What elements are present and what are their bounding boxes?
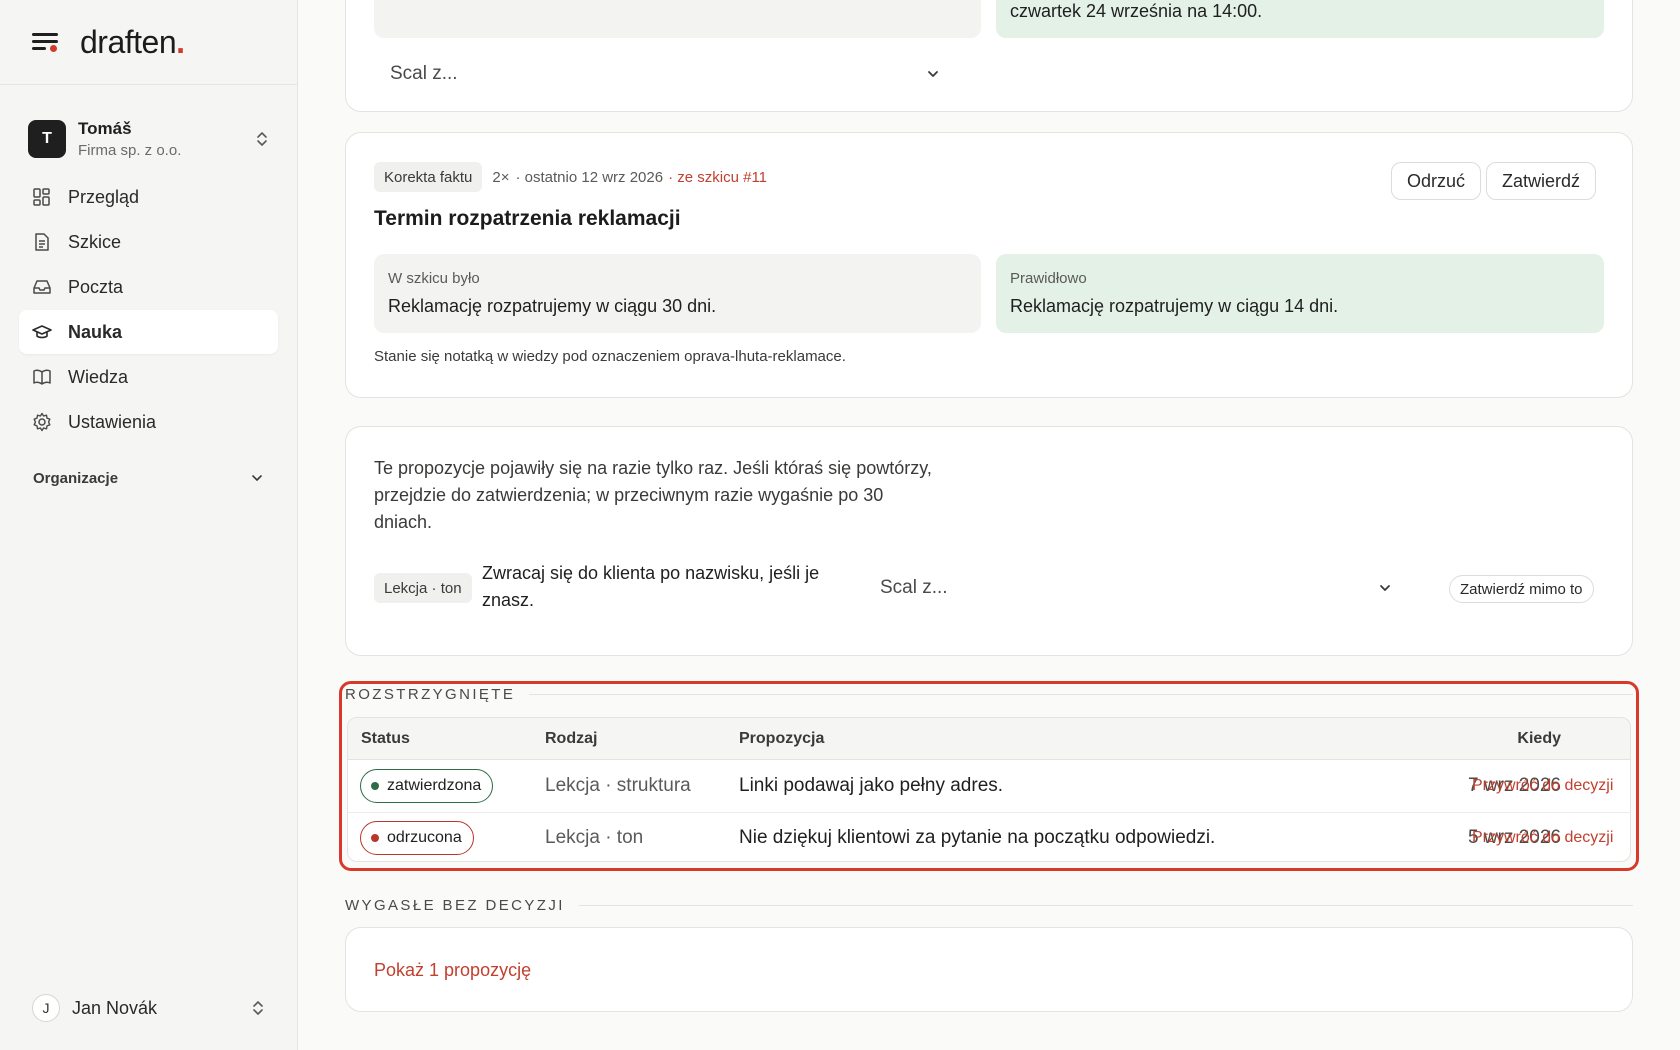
pending-info: Te propozycje pojawiły się na razie tylk… xyxy=(374,458,932,532)
brand-bar: draften. xyxy=(0,0,297,85)
kind-cell: Lekcja · ton xyxy=(545,827,644,848)
pending-proposals-card: Te propozycje pojawiły się na razie tylk… xyxy=(345,426,1633,656)
column-header-kind[interactable]: Rodzaj xyxy=(545,730,597,748)
nav-label: Nauka xyxy=(68,321,123,342)
nav-item-nauka[interactable]: Nauka xyxy=(19,310,278,354)
organization-switcher[interactable]: T Tomáš Firma sp. z o.o. xyxy=(0,115,297,163)
gear-icon xyxy=(32,412,52,432)
app-logo[interactable]: draften. xyxy=(80,24,185,61)
draft-box: W szkicu było Reklamację rozpatrujemy w … xyxy=(374,254,981,333)
merge-select-value: Scal z... xyxy=(880,577,948,598)
sidebar: draften. T Tomáš Firma sp. z o.o. Przegl… xyxy=(0,0,298,1050)
org-company-name: Firma sp. z o.o. xyxy=(78,142,182,159)
document-icon xyxy=(32,232,52,252)
proposal-text: Zwracaj się do klienta po nazwisku, jeśl… xyxy=(482,563,820,610)
nav-item-szkice[interactable]: Szkice xyxy=(19,220,278,264)
correct-box: Prawidłowo Reklamację rozpatrujemy w cią… xyxy=(996,254,1604,333)
menu-icon[interactable] xyxy=(32,31,60,53)
restore-decision-link[interactable]: Przywróć do decyzji xyxy=(1472,777,1613,795)
merge-select[interactable]: Scal z... xyxy=(390,57,940,91)
merge-select[interactable]: Scal z... xyxy=(880,571,1392,605)
last-seen: · ostatnio 12 wrz 2026 xyxy=(515,168,664,186)
org-avatar: T xyxy=(28,120,66,158)
reject-button[interactable]: Odrzuć xyxy=(1391,162,1482,200)
show-expired-link[interactable]: Pokaż 1 propozycję xyxy=(374,960,531,981)
inbox-icon xyxy=(32,277,52,297)
proposal-card-top: czwartek 24 września na 14:00. Scal z... xyxy=(345,0,1633,112)
nav-item-przeglad[interactable]: Przegląd xyxy=(19,175,278,219)
org-user-name: Tomáš xyxy=(78,119,132,138)
column-header-proposal[interactable]: Propozycja xyxy=(739,730,824,748)
main-nav: Przegląd Szkice Poczta Nauka Wiedza Usta… xyxy=(0,175,297,444)
kind-cell: Lekcja · struktura xyxy=(545,775,691,796)
graduation-cap-icon xyxy=(32,322,52,342)
type-tag: Lekcja · ton xyxy=(374,573,472,603)
table-header: Status Rodzaj Propozycja Kiedy xyxy=(348,718,1630,760)
draft-box xyxy=(374,0,981,38)
status-badge: odrzucona xyxy=(360,821,474,855)
correct-value: Reklamację rozpatrujemy w ciągu 14 dni. xyxy=(1010,296,1339,316)
occurrence-count: 2× xyxy=(492,168,510,186)
user-menu[interactable]: J Jan Novák xyxy=(32,990,265,1026)
nav-item-wiedza[interactable]: Wiedza xyxy=(19,355,278,399)
approve-anyway-button[interactable]: Zatwierdź mimo to xyxy=(1449,575,1594,603)
correct-label: Prawidłowo xyxy=(1010,270,1087,287)
table-row: odrzucona Lekcja · ton Nie dziękuj klien… xyxy=(348,813,1630,861)
main-content: czwartek 24 września na 14:00. Scal z...… xyxy=(299,0,1680,1050)
column-header-status[interactable]: Status xyxy=(361,730,410,748)
nav-label: Wiedza xyxy=(68,366,129,387)
column-header-when[interactable]: Kiedy xyxy=(1421,730,1561,748)
status-badge: zatwierdzona xyxy=(360,769,494,803)
correct-value: czwartek 24 września na 14:00. xyxy=(1010,1,1263,21)
expired-section-title: WYGASŁE BEZ DECYZJI xyxy=(345,897,1633,914)
chevron-down-icon xyxy=(928,71,938,77)
correct-box: czwartek 24 września na 14:00. xyxy=(996,0,1604,38)
user-name: Jan Novák xyxy=(72,997,158,1018)
nav-item-ustawienia[interactable]: Ustawienia xyxy=(19,400,278,444)
chevron-up-down-icon xyxy=(251,998,265,1018)
card-title: Termin rozpatrzenia reklamacji xyxy=(374,207,681,230)
restore-decision-link[interactable]: Przywróć do decyzji xyxy=(1472,829,1613,847)
chevron-down-icon xyxy=(252,475,262,481)
dashboard-icon xyxy=(32,187,52,207)
nav-item-poczta[interactable]: Poczta xyxy=(19,265,278,309)
nav-label: Poczta xyxy=(68,276,124,297)
avatar: J xyxy=(32,994,60,1022)
organizations-label: Organizacje xyxy=(33,469,119,487)
nav-label: Ustawienia xyxy=(68,411,157,432)
chevron-up-down-icon xyxy=(255,129,269,149)
proposal-cell: Nie dziękuj klientowi za pytanie na pocz… xyxy=(739,827,1216,848)
table-row: zatwierdzona Lekcja · struktura Linki po… xyxy=(348,760,1630,813)
draft-label: W szkicu było xyxy=(388,270,480,287)
draft-value: Reklamację rozpatrujemy w ciągu 30 dni. xyxy=(388,296,717,316)
nav-label: Przegląd xyxy=(68,186,140,207)
proposal-cell: Linki podawaj jako pełny adres. xyxy=(739,775,1004,796)
resolved-section-title: ROZSTRZYGNIĘTE xyxy=(345,686,1633,703)
card-meta: Korekta faktu 2× · ostatnio 12 wrz 2026 … xyxy=(374,162,767,192)
merge-select-value: Scal z... xyxy=(390,63,458,84)
knowledge-note: Stanie się notatką w wiedzy pod oznaczen… xyxy=(374,348,846,365)
expired-card: Pokaż 1 propozycję xyxy=(345,927,1633,1012)
organizations-toggle[interactable]: Organizacje xyxy=(33,464,264,492)
approve-button[interactable]: Zatwierdź xyxy=(1486,162,1597,200)
source-link[interactable]: · ze szkicu #11 xyxy=(668,169,767,186)
book-icon xyxy=(32,367,52,387)
chevron-down-icon xyxy=(1380,585,1390,591)
fact-correction-card: Korekta faktu 2× · ostatnio 12 wrz 2026 … xyxy=(345,132,1633,398)
resolved-table: Status Rodzaj Propozycja Kiedy zatwierdz… xyxy=(347,717,1631,862)
type-tag: Korekta faktu xyxy=(374,162,483,192)
nav-label: Szkice xyxy=(68,231,122,252)
